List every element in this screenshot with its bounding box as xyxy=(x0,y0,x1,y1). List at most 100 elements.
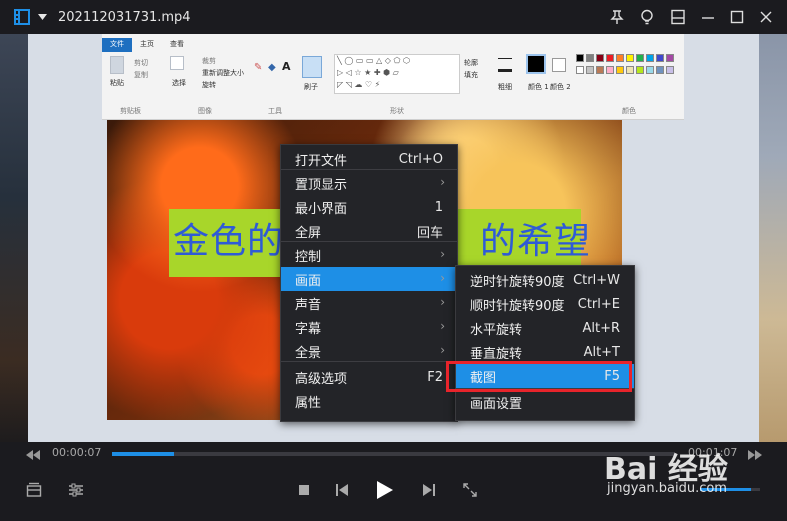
playlist-panel-icon[interactable] xyxy=(26,482,42,498)
paint-ribbon: 文件 主页 查看 粘贴 剪切 复制 选择 裁剪 重新调整大小 旋转 ✎ ◆ A … xyxy=(102,34,684,120)
submenu-item[interactable]: 顺时针旋转90度 Ctrl+E xyxy=(456,292,634,316)
close-icon[interactable] xyxy=(758,9,774,25)
palette-swatch xyxy=(596,54,604,62)
menu-item-label: 置顶显示 xyxy=(295,177,348,193)
palette-swatch xyxy=(656,66,664,74)
fill-label: 填充 xyxy=(464,71,478,79)
palette-swatch xyxy=(606,54,614,62)
paint-tabs: 文件 主页 查看 xyxy=(102,38,684,52)
palette-swatch xyxy=(646,54,654,62)
maximize-icon[interactable] xyxy=(729,9,745,25)
context-menu-item[interactable]: 最小界面 1 xyxy=(281,195,457,219)
submenu-item-label: 逆时针旋转90度 xyxy=(470,274,565,290)
window-title: 202112031731.mp4 xyxy=(58,10,191,25)
play-icon[interactable] xyxy=(376,480,394,500)
chevron-right-icon: › xyxy=(440,175,445,189)
submenu-item-shortcut: Alt+T xyxy=(583,344,620,360)
context-menu-item[interactable]: 置顶显示 › xyxy=(281,171,457,195)
submenu-item-label: 顺时针旋转90度 xyxy=(470,298,565,314)
menu-item-shortcut: Ctrl+O xyxy=(398,151,443,167)
context-menu-item[interactable]: 打开文件 Ctrl+O xyxy=(281,147,457,171)
palette-swatch xyxy=(576,54,584,62)
resize-label: 重新调整大小 xyxy=(202,69,244,77)
palette-swatch xyxy=(656,54,664,62)
submenu-item[interactable]: 逆时针旋转90度 Ctrl+W xyxy=(456,268,634,292)
menu-item-label: 全景 xyxy=(295,345,322,361)
palette-swatch xyxy=(626,54,634,62)
context-menu-item[interactable]: 画面 › xyxy=(281,267,457,291)
brush-icon xyxy=(302,56,322,78)
thickness-label: 粗细 xyxy=(498,83,512,91)
copy-label: 复制 xyxy=(134,71,148,79)
seek-bar[interactable] xyxy=(112,452,675,456)
caption-right: 的希望 xyxy=(480,221,592,262)
palette-swatch xyxy=(616,66,624,74)
submenu-item-label: 画面设置 xyxy=(470,396,523,412)
menu-item-label: 高级选项 xyxy=(295,371,348,387)
menu-item-shortcut: 回车 xyxy=(416,225,443,241)
menu-dropdown-icon[interactable] xyxy=(38,13,47,21)
video-edge-left xyxy=(0,34,28,442)
pin-icon[interactable] xyxy=(609,9,625,25)
fullscreen-icon[interactable] xyxy=(462,482,478,498)
text-icon: A xyxy=(282,60,291,73)
previous-icon[interactable] xyxy=(335,483,349,497)
menu-item-shortcut: 1 xyxy=(434,199,443,215)
menu-item-label: 打开文件 xyxy=(295,153,348,169)
fill-icon: ◆ xyxy=(268,62,276,73)
group-clipboard: 剪贴板 xyxy=(120,107,141,115)
menu-item-label: 全屏 xyxy=(295,225,322,241)
palette-swatch xyxy=(616,54,624,62)
paint-tab-home: 主页 xyxy=(140,40,154,48)
stop-icon[interactable] xyxy=(299,485,309,495)
context-menu-item[interactable]: 高级选项 F2 xyxy=(281,365,457,389)
highlight-box xyxy=(446,361,632,392)
group-image: 图像 xyxy=(198,107,212,115)
context-menu-item[interactable]: 全景 › xyxy=(281,339,457,363)
chevron-right-icon: › xyxy=(440,343,445,357)
paint-tab-file: 文件 xyxy=(102,38,132,52)
group-colors: 颜色 xyxy=(622,107,636,115)
rewind-icon[interactable] xyxy=(26,450,40,460)
palette-swatch xyxy=(606,66,614,74)
submenu-item-shortcut: Alt+R xyxy=(582,320,620,336)
context-menu-item[interactable]: 属性 xyxy=(281,389,457,413)
minimize-icon[interactable] xyxy=(700,9,716,25)
palette-swatch xyxy=(666,54,674,62)
forward-icon[interactable] xyxy=(748,450,762,460)
chevron-right-icon: › xyxy=(440,295,445,309)
chevron-right-icon: › xyxy=(440,247,445,261)
menu-item-label: 属性 xyxy=(295,395,322,411)
picture-submenu: 逆时针旋转90度 Ctrl+W 顺时针旋转90度 Ctrl+E 水平旋转 Alt+R 垂直旋… xyxy=(455,265,635,421)
chevron-right-icon: › xyxy=(440,319,445,333)
context-menu-item[interactable]: 控制 › xyxy=(281,243,457,267)
palette-swatch xyxy=(646,66,654,74)
menu-item-label: 画面 xyxy=(295,273,322,289)
caption-left: 金色的 xyxy=(173,221,285,262)
context-menu-item[interactable]: 声音 › xyxy=(281,291,457,315)
palette-swatch xyxy=(596,66,604,74)
settings-sliders-icon[interactable] xyxy=(68,482,84,498)
paste-icon xyxy=(110,56,124,74)
submenu-item[interactable]: 画面设置 xyxy=(456,390,634,414)
context-menu-item[interactable]: 全屏 回车 xyxy=(281,219,457,243)
palette-swatch xyxy=(636,66,644,74)
group-shapes: 形状 xyxy=(390,107,404,115)
palette-swatch xyxy=(576,66,584,74)
context-menu-item[interactable]: 字幕 › xyxy=(281,315,457,339)
color1-label: 颜色 1 xyxy=(528,83,549,91)
video-edge-right xyxy=(759,34,787,442)
playlist-icon[interactable] xyxy=(14,9,30,25)
color2-swatch xyxy=(552,58,566,72)
bulb-icon[interactable] xyxy=(639,9,655,25)
select-icon xyxy=(170,56,184,70)
submenu-item[interactable]: 水平旋转 Alt+R xyxy=(456,316,634,340)
paste-label: 粘贴 xyxy=(110,79,124,87)
select-label: 选择 xyxy=(172,79,186,87)
title-bar: 202112031731.mp4 xyxy=(0,0,787,34)
pencil-icon: ✎ xyxy=(254,62,263,73)
next-icon[interactable] xyxy=(422,483,436,497)
outline-label: 轮廓 xyxy=(464,59,478,67)
compact-mode-icon[interactable] xyxy=(670,9,686,25)
palette-swatch xyxy=(586,66,594,74)
